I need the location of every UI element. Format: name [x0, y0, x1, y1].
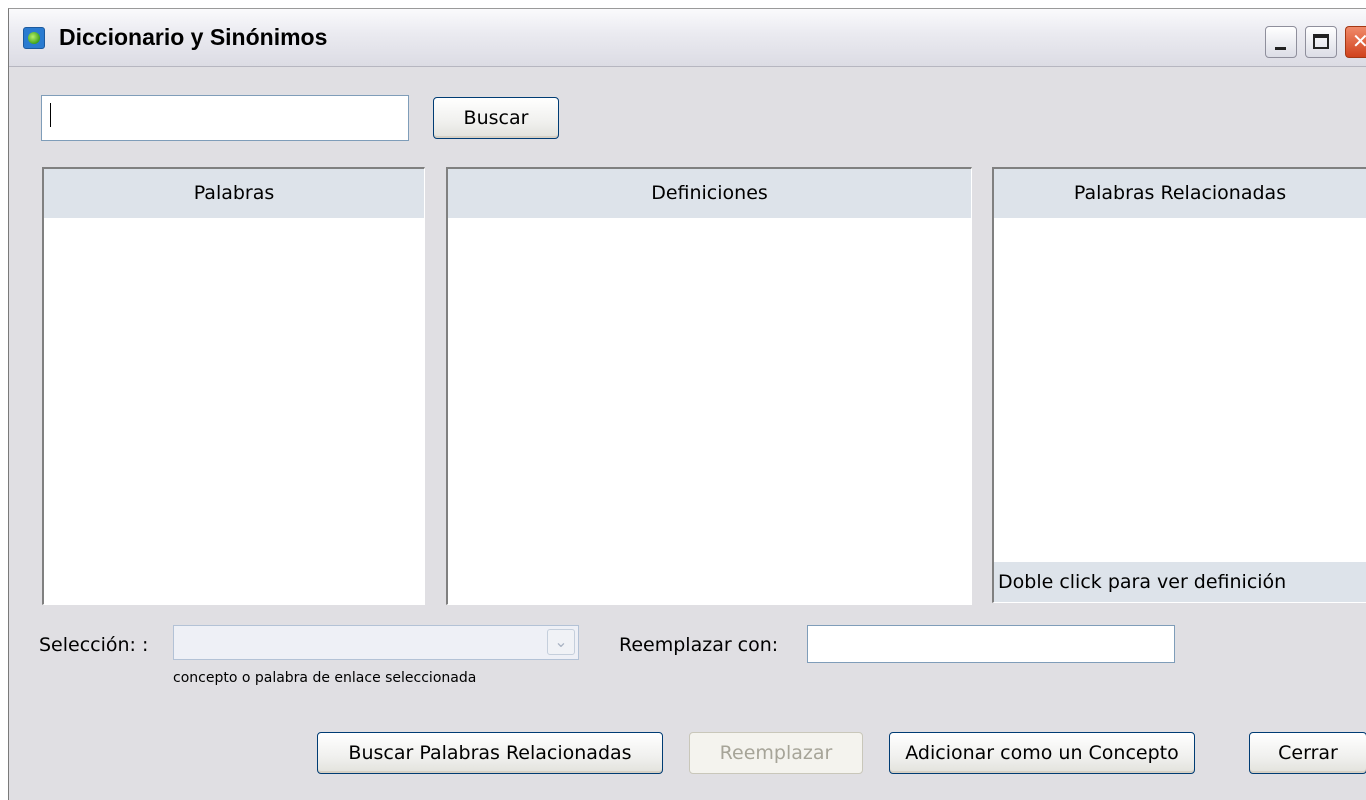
window-title: Diccionario y Sinónimos	[59, 24, 328, 50]
search-button[interactable]: Buscar	[433, 97, 559, 139]
selection-hint: concepto o palabra de enlace seleccionad…	[173, 670, 477, 686]
related-words-hint: Doble click para ver definición	[994, 562, 1366, 602]
definitions-panel[interactable]: Definiciones	[446, 167, 972, 605]
add-as-concept-button[interactable]: Adicionar como un Concepto	[889, 732, 1195, 774]
close-icon: ✕	[1352, 29, 1366, 53]
replace-input[interactable]	[807, 625, 1175, 663]
maximize-button[interactable]	[1305, 26, 1337, 58]
close-button[interactable]: Cerrar	[1249, 732, 1366, 774]
selection-label: Selección: :	[39, 634, 149, 656]
selection-combobox[interactable]: ⌄	[173, 625, 579, 660]
related-words-panel[interactable]: Palabras Relacionadas Doble click para v…	[992, 167, 1366, 603]
words-panel-header: Palabras	[44, 169, 424, 218]
chevron-down-icon[interactable]: ⌄	[547, 629, 575, 655]
search-input[interactable]	[41, 95, 409, 141]
minimize-icon	[1275, 47, 1286, 50]
close-window-button[interactable]: ✕	[1345, 26, 1366, 58]
words-panel[interactable]: Palabras	[42, 167, 425, 605]
maximize-icon	[1313, 34, 1329, 49]
dictionary-app-icon	[23, 27, 45, 49]
related-words-panel-header: Palabras Relacionadas	[994, 169, 1366, 218]
replace-label: Reemplazar con:	[619, 634, 779, 656]
title-bar[interactable]: Diccionario y Sinónimos ✕	[9, 9, 1366, 67]
dictionary-window: Diccionario y Sinónimos ✕ Buscar Palabra…	[8, 8, 1366, 800]
text-caret	[50, 103, 51, 127]
minimize-button[interactable]	[1265, 26, 1297, 58]
find-related-words-button[interactable]: Buscar Palabras Relacionadas	[317, 732, 663, 774]
definitions-panel-header: Definiciones	[448, 169, 971, 218]
replace-button[interactable]: Reemplazar	[689, 732, 863, 774]
